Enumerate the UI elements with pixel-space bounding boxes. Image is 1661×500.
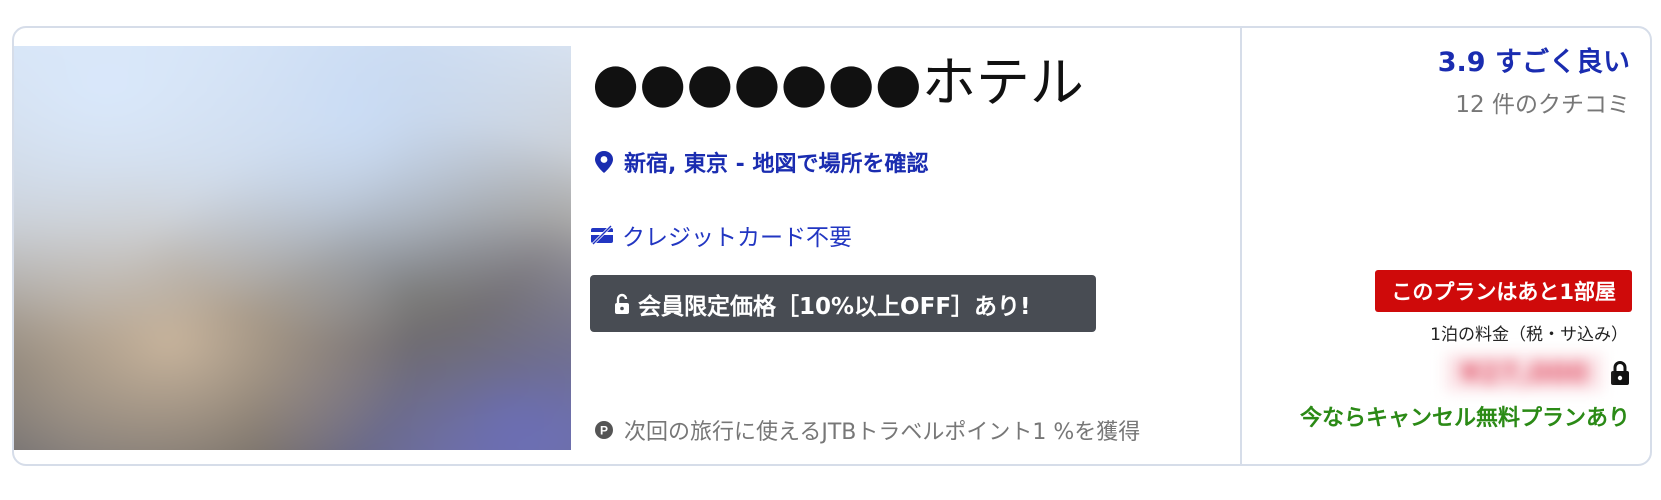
points-note: P 次回の旅行に使えるJTBトラベルポイント1 %を獲得 bbox=[594, 414, 1140, 446]
member-price-button[interactable]: 会員限定価格［10%以上OFF］あり! bbox=[590, 275, 1096, 332]
free-cancellation-note: 今ならキャンセル無料プランあり bbox=[1299, 406, 1630, 431]
lock-icon bbox=[1610, 360, 1630, 386]
rooms-left-badge: このプランはあと1部屋 bbox=[1375, 270, 1632, 312]
svg-text:P: P bbox=[600, 424, 608, 438]
location-text: 新宿, 東京 - 地図で場所を確認 bbox=[624, 152, 929, 177]
no-credit-card-icon bbox=[590, 225, 614, 245]
lock-open-icon bbox=[614, 293, 630, 315]
hidden-price: ¥27,000 bbox=[1446, 354, 1602, 391]
credit-card-note: クレジットカード不要 bbox=[590, 218, 852, 252]
points-icon: P bbox=[594, 420, 614, 440]
member-price-label: 会員限定価格［10%以上OFF］あり! bbox=[638, 293, 1031, 320]
location-link[interactable]: 新宿, 東京 - 地図で場所を確認 bbox=[594, 146, 928, 178]
map-pin-icon bbox=[594, 150, 614, 174]
card-divider bbox=[1240, 28, 1242, 464]
review-count[interactable]: 12 件のクチコミ bbox=[1438, 85, 1630, 119]
price-row[interactable]: ¥27,000 bbox=[1446, 354, 1630, 391]
hotel-card[interactable]: ●●●●●●●ホテル 新宿, 東京 - 地図で場所を確認 クレジットカード不要 bbox=[12, 26, 1652, 466]
rating-block[interactable]: 3.9 すごく良い 12 件のクチコミ bbox=[1438, 40, 1630, 119]
hotel-name[interactable]: ●●●●●●●ホテル bbox=[592, 38, 1084, 117]
hotel-photo-image bbox=[14, 46, 571, 450]
hotel-photo[interactable] bbox=[14, 46, 571, 450]
rating-score: 3.9 すごく良い bbox=[1437, 47, 1630, 78]
points-text: 次回の旅行に使えるJTBトラベルポイント1 %を獲得 bbox=[624, 420, 1141, 445]
credit-card-text: クレジットカード不要 bbox=[622, 225, 852, 251]
price-note: 1泊の料金（税・サ込み） bbox=[1430, 325, 1628, 345]
